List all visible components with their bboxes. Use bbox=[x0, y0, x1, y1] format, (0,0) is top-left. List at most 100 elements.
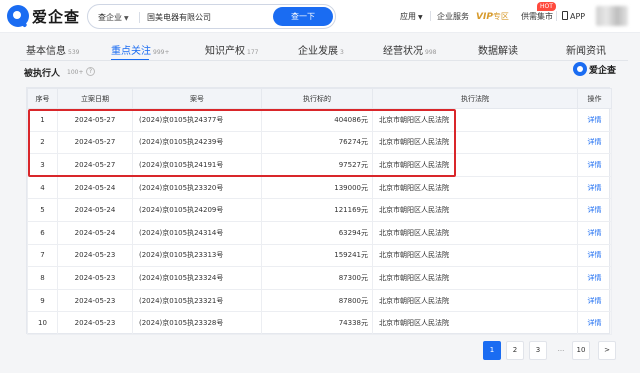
tab-label: 企业发展 bbox=[298, 46, 338, 57]
column-header: 操作 bbox=[577, 88, 612, 109]
search-logo-icon bbox=[7, 5, 29, 27]
nav-enterprise-service[interactable]: 企业服务 bbox=[437, 11, 469, 22]
tab-count: 177 bbox=[247, 49, 259, 56]
column-header: 执行标的 bbox=[261, 88, 373, 109]
detail-link[interactable]: 详情 bbox=[577, 153, 612, 177]
row-index: 9 bbox=[27, 288, 58, 313]
court-name: 北京市朝阳区人民法院 bbox=[372, 108, 578, 132]
section-count: 100+ bbox=[67, 69, 84, 76]
tab-label: 知识产权 bbox=[205, 46, 245, 57]
court-name: 北京市朝阳区人民法院 bbox=[372, 243, 578, 268]
page-button-1[interactable]: 1 bbox=[483, 341, 501, 360]
tab-data-analysis[interactable]: 数据解读 bbox=[478, 42, 518, 57]
table-row: 5 2024-05-24 (2024)京0105执24209号 121169元 北京市朝… bbox=[27, 198, 612, 222]
phone-icon bbox=[562, 11, 568, 20]
enforcement-amount: 97527元 bbox=[261, 153, 373, 177]
search-button[interactable]: 查一下 bbox=[273, 7, 333, 26]
tab-label: 经营状况 bbox=[383, 46, 423, 57]
table-row: 9 2024-05-23 (2024)京0105执23321号 87800元 北京市朝阳… bbox=[27, 288, 612, 313]
case-number: (2024)京0105执24314号 bbox=[132, 220, 262, 245]
filing-date: 2024-05-27 bbox=[57, 108, 133, 132]
column-header: 执行法院 bbox=[372, 88, 578, 109]
page-button-10[interactable]: 10 bbox=[572, 341, 590, 360]
filing-date: 2024-05-23 bbox=[57, 266, 133, 290]
search-scope-label: 查企业 bbox=[98, 13, 122, 22]
nav-vip-zone[interactable]: VIP专区 bbox=[476, 11, 509, 22]
tab-label: 数据解读 bbox=[478, 46, 518, 57]
nav-apps-menu[interactable]: 应用 ▼ bbox=[400, 11, 423, 22]
court-name: 北京市朝阳区人民法院 bbox=[372, 130, 578, 155]
page-button-3[interactable]: 3 bbox=[529, 341, 547, 360]
table-row: 2 2024-05-27 (2024)京0105执24239号 76274元 北京市朝阳… bbox=[27, 130, 612, 155]
case-number: (2024)京0105执24377号 bbox=[132, 108, 262, 132]
table-row: 10 2024-05-23 (2024)京0105执23328号 74338元 北京市朝… bbox=[27, 311, 612, 335]
tab-key-attention[interactable]: 重点关注 999+ bbox=[111, 42, 170, 61]
chevron-down-icon: ▼ bbox=[418, 14, 423, 21]
detail-link[interactable]: 详情 bbox=[577, 288, 612, 313]
search-input[interactable] bbox=[147, 10, 267, 24]
row-index: 3 bbox=[27, 153, 58, 177]
row-index: 8 bbox=[27, 266, 58, 290]
search-box: 查企业▼ 查一下 bbox=[87, 4, 336, 29]
brand-name: 爱企查 bbox=[32, 7, 81, 26]
row-index: 7 bbox=[27, 243, 58, 268]
tab-count: 998 bbox=[425, 49, 437, 56]
search-scope-select[interactable]: 查企业 ▼ bbox=[98, 12, 129, 23]
table-row: 7 2024-05-23 (2024)京0105执23313号 159241元 北京市朝… bbox=[27, 243, 612, 268]
court-name: 北京市朝阳区人民法院 bbox=[372, 266, 578, 290]
tab-development[interactable]: 企业发展 3 bbox=[298, 42, 344, 57]
table-header-row: 序号 立案日期 案号 执行标的 执行法院 操作 bbox=[27, 88, 612, 109]
court-name: 北京市朝阳区人民法院 bbox=[372, 220, 578, 245]
enforcement-table: 序号 立案日期 案号 执行标的 执行法院 操作 1 2024-05-27 (2024… bbox=[26, 87, 612, 335]
tab-news[interactable]: 新闻资讯 bbox=[566, 42, 606, 57]
detail-link[interactable]: 详情 bbox=[577, 108, 612, 132]
case-number: (2024)京0105执24191号 bbox=[132, 153, 262, 177]
tab-basic-info[interactable]: 基本信息 539 bbox=[26, 42, 79, 57]
divider bbox=[139, 12, 140, 23]
divider bbox=[556, 11, 557, 21]
case-number: (2024)京0105执24209号 bbox=[132, 198, 262, 222]
court-name: 北京市朝阳区人民法院 bbox=[372, 288, 578, 313]
enforcement-amount: 404086元 bbox=[261, 108, 373, 132]
tab-count: 539 bbox=[68, 49, 80, 56]
nav-app-download[interactable]: APP bbox=[562, 11, 585, 21]
tab-intellectual-property[interactable]: 知识产权 177 bbox=[205, 42, 258, 57]
detail-link[interactable]: 详情 bbox=[577, 198, 612, 222]
tab-count: 3 bbox=[340, 49, 344, 56]
detail-link[interactable]: 详情 bbox=[577, 175, 612, 200]
case-number: (2024)京0105执23320号 bbox=[132, 175, 262, 200]
tab-label: 基本信息 bbox=[26, 46, 66, 57]
next-page-button[interactable]: > bbox=[598, 341, 616, 360]
filing-date: 2024-05-24 bbox=[57, 175, 133, 200]
column-header: 序号 bbox=[27, 88, 58, 109]
case-number: (2024)京0105执23328号 bbox=[132, 311, 262, 335]
search-logo-icon bbox=[573, 62, 587, 76]
table-row: 4 2024-05-24 (2024)京0105执23320号 139000元 北京市朝… bbox=[27, 175, 612, 200]
detail-link[interactable]: 详情 bbox=[577, 130, 612, 155]
table-row: 1 2024-05-27 (2024)京0105执24377号 404086元 北京市朝… bbox=[27, 108, 612, 132]
enforcement-amount: 87300元 bbox=[261, 266, 373, 290]
case-number: (2024)京0105执23321号 bbox=[132, 288, 262, 313]
avatar[interactable] bbox=[596, 6, 628, 26]
filing-date: 2024-05-23 bbox=[57, 311, 133, 335]
detail-link[interactable]: 详情 bbox=[577, 220, 612, 245]
nav-supply-market[interactable]: 供需集市 bbox=[521, 11, 553, 22]
enforcement-amount: 121169元 bbox=[261, 198, 373, 222]
nav-app-label: APP bbox=[570, 12, 586, 21]
divider bbox=[430, 11, 431, 21]
detail-link[interactable]: 详情 bbox=[577, 266, 612, 290]
tab-operations[interactable]: 经营状况 998 bbox=[383, 42, 436, 57]
watermark-text: 爱企查 bbox=[589, 65, 617, 76]
brand-logo[interactable]: 爱企查 bbox=[7, 5, 80, 27]
help-icon[interactable]: ? bbox=[86, 67, 95, 76]
enforcement-amount: 87800元 bbox=[261, 288, 373, 313]
tab-count: 999+ bbox=[153, 49, 170, 56]
filing-date: 2024-05-24 bbox=[57, 220, 133, 245]
filing-date: 2024-05-23 bbox=[57, 243, 133, 268]
detail-link[interactable]: 详情 bbox=[577, 311, 612, 335]
detail-link[interactable]: 详情 bbox=[577, 243, 612, 268]
filing-date: 2024-05-23 bbox=[57, 288, 133, 313]
vip-label: VIP bbox=[476, 12, 493, 22]
page-button-2[interactable]: 2 bbox=[506, 341, 524, 360]
row-index: 1 bbox=[27, 108, 58, 132]
